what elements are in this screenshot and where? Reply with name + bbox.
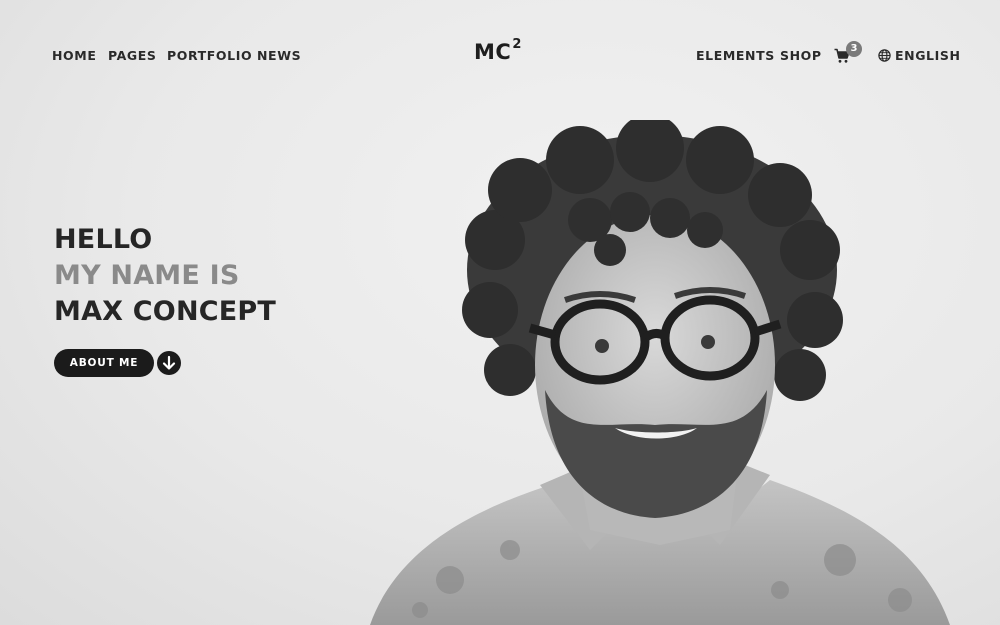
arrow-down-icon	[162, 355, 176, 370]
cart-count-badge: 3	[846, 41, 862, 57]
hero-subtitle: MY NAME IS	[54, 260, 240, 291]
hero-greeting: HELLO	[54, 224, 153, 255]
about-me-button[interactable]: ABOUT ME	[54, 349, 154, 377]
nav-shop[interactable]: SHOP	[780, 48, 822, 63]
nav-home[interactable]: HOME	[52, 48, 96, 63]
site-logo[interactable]: MC2	[474, 37, 522, 64]
language-label: ENGLISH	[895, 48, 961, 63]
hero-name: MAX CONCEPT	[54, 296, 277, 327]
nav-elements[interactable]: ELEMENTS	[696, 48, 775, 63]
scroll-down-button[interactable]	[157, 351, 181, 375]
portrait-image	[370, 120, 950, 625]
nav-pages[interactable]: PAGES	[108, 48, 157, 63]
logo-superscript: 2	[512, 37, 522, 52]
nav-portfolio[interactable]: PORTFOLIO	[167, 48, 252, 63]
logo-text: MC	[474, 40, 512, 64]
nav-news[interactable]: NEWS	[257, 48, 301, 63]
language-switcher[interactable]: ENGLISH	[878, 48, 961, 63]
globe-icon	[878, 49, 891, 62]
